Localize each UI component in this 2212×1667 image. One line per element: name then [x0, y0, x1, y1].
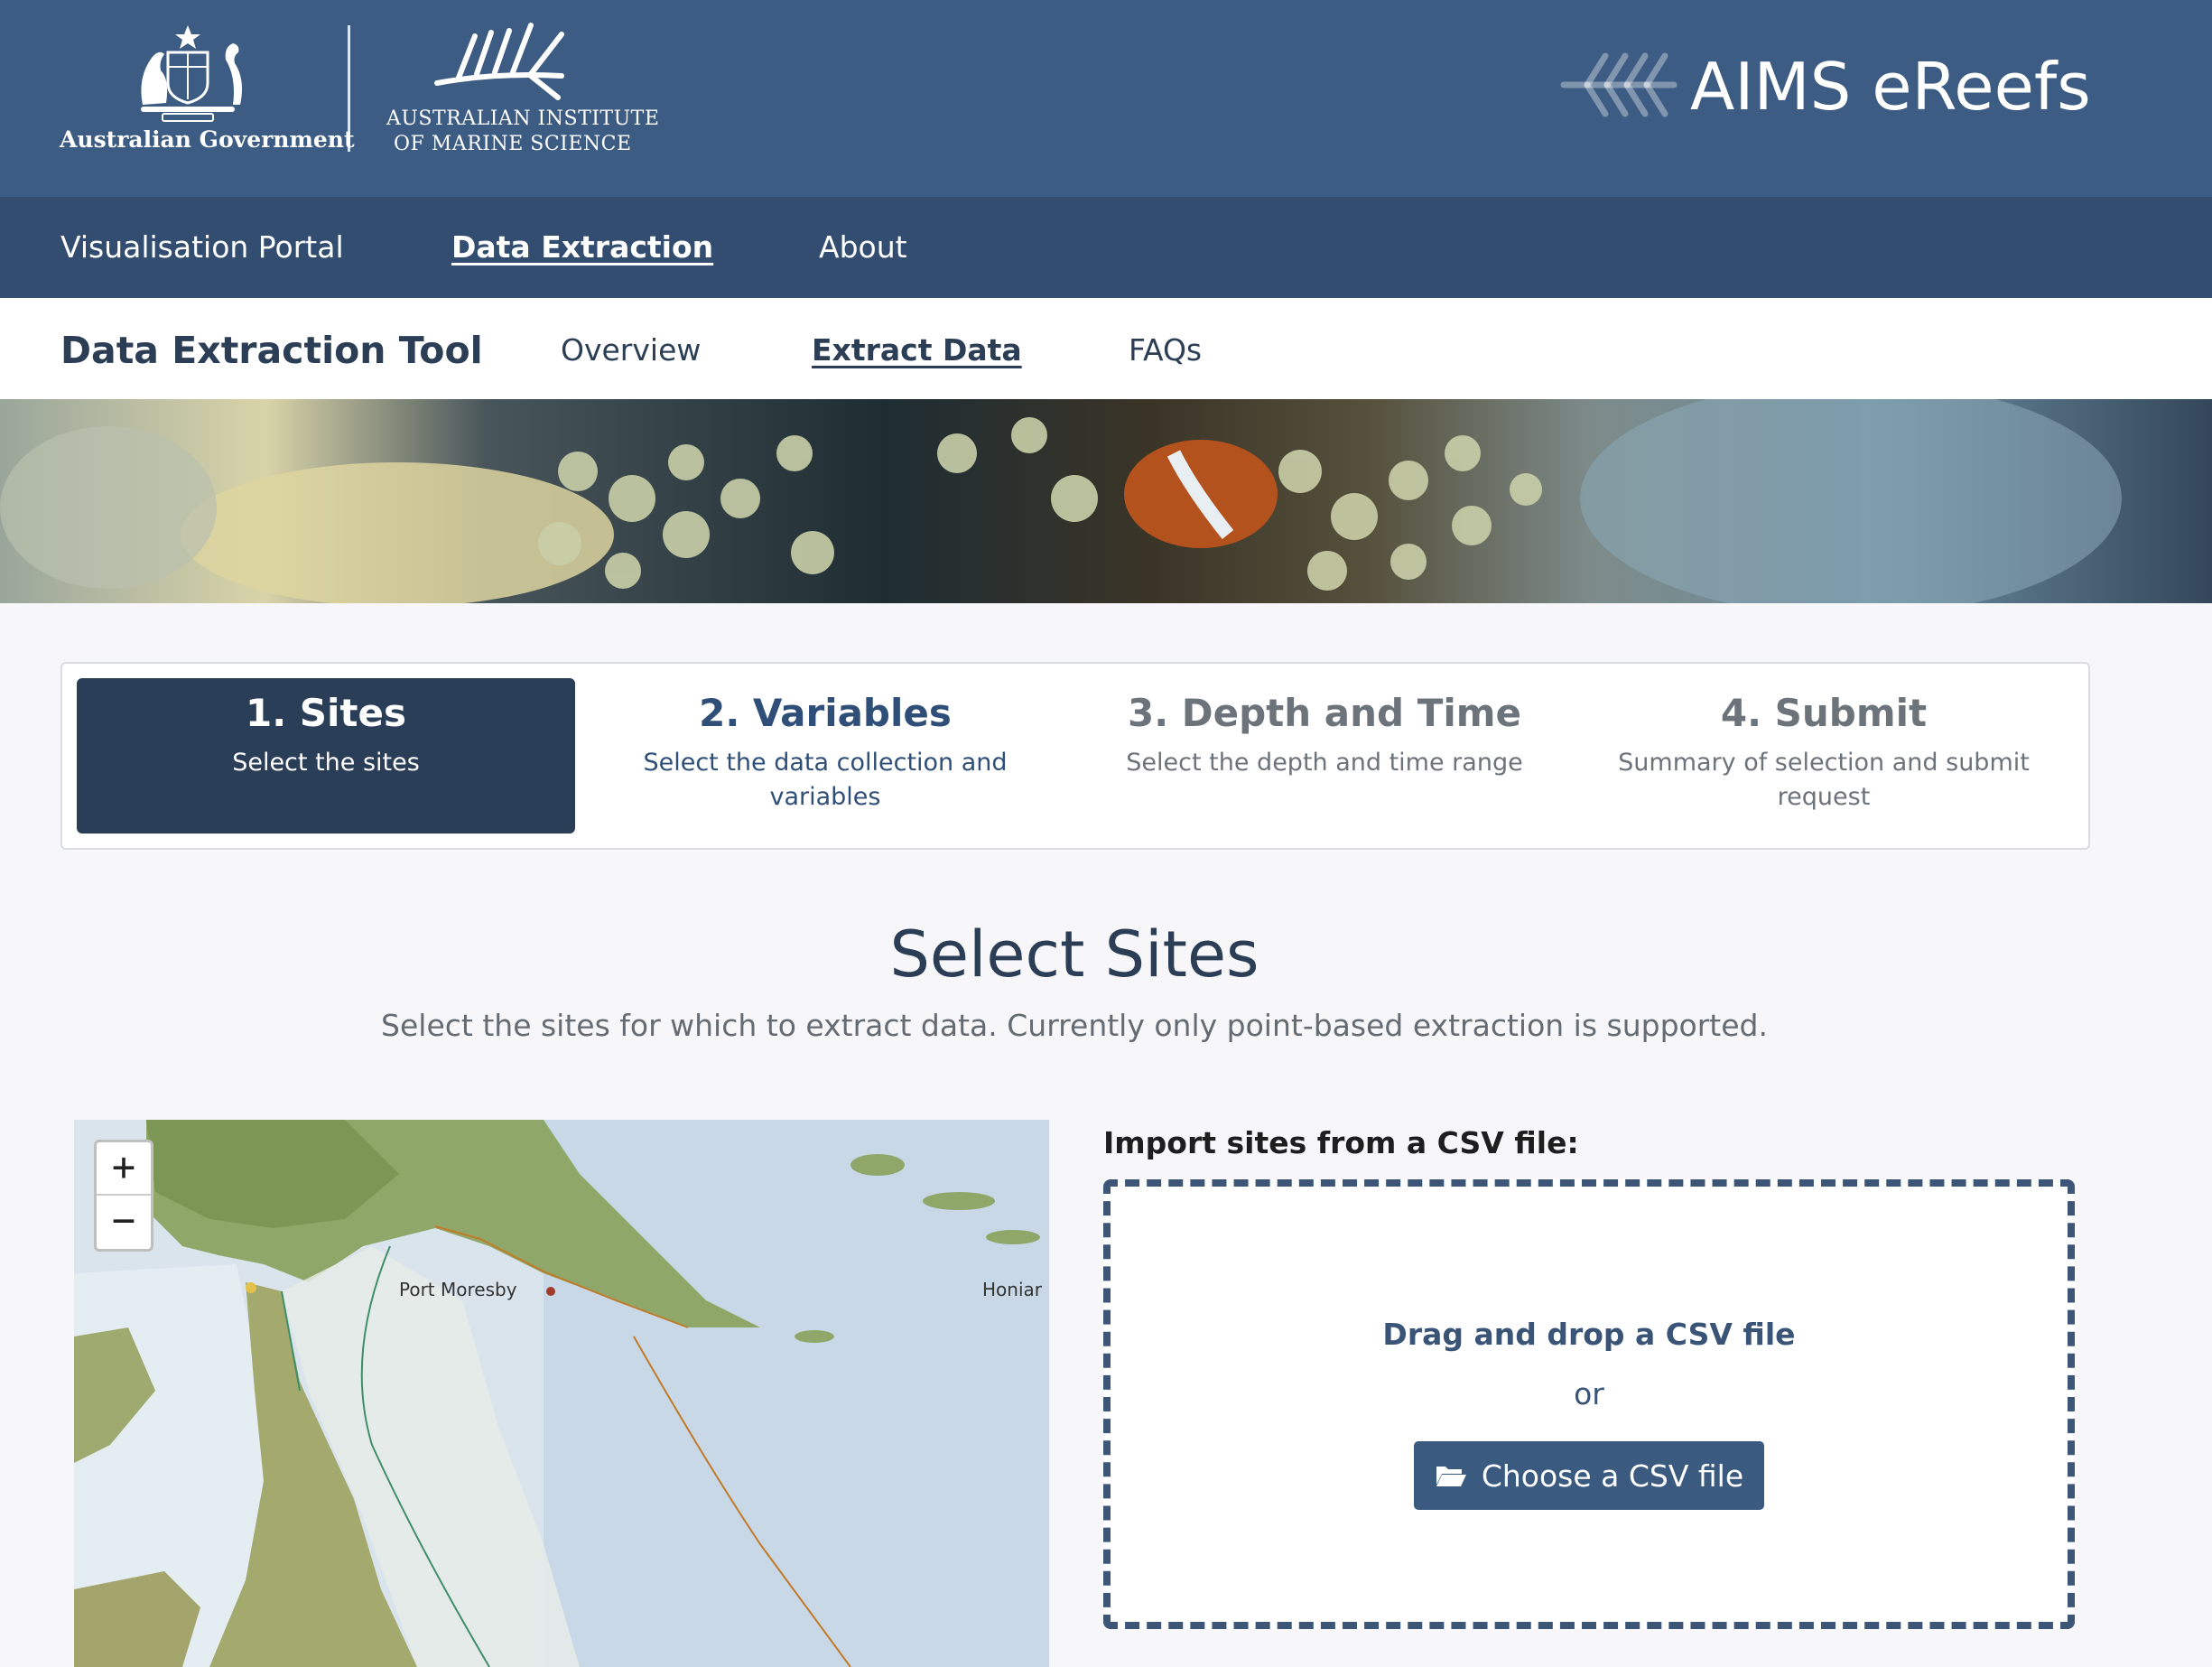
choose-csv-label: Choose a CSV file: [1481, 1457, 1744, 1494]
subnav-overview[interactable]: Overview: [561, 332, 701, 368]
step-variables[interactable]: 2. Variables Select the data collection …: [576, 678, 1074, 834]
sub-nav: Data Extraction Tool Overview Extract Da…: [0, 298, 2212, 399]
step-depth-time-desc: Select the depth and time range: [1126, 749, 1523, 777]
step-sites-title: 1. Sites: [245, 691, 406, 735]
australian-government-logo[interactable]: Australian Government: [60, 22, 355, 159]
step-submit-title: 4. Submit: [1720, 691, 1928, 735]
section-title: Select Sites: [889, 917, 1259, 992]
section-subtitle: Select the sites for which to extract da…: [381, 1008, 1768, 1043]
folder-open-icon: [1436, 1467, 1466, 1486]
aims-fish-watermark-icon: [1560, 52, 1678, 117]
step-sites[interactable]: 1. Sites Select the sites: [77, 678, 575, 834]
aims-logo-text: AUSTRALIAN INSTITUTE OF MARINE SCIENCE: [386, 107, 659, 157]
aims-logo-line2: OF MARINE SCIENCE: [394, 133, 632, 155]
csv-dropzone[interactable]: Drag and drop a CSV file or Choose a CSV…: [1103, 1179, 2075, 1629]
logo-divider: [348, 25, 350, 152]
map-label-honiara: Honiar: [982, 1279, 1042, 1300]
ereefs-brand[interactable]: AIMS eReefs: [1560, 45, 2102, 135]
step-variables-desc: Select the data collection and variables: [643, 749, 1008, 811]
dropzone-or: or: [1574, 1376, 1604, 1411]
zoom-out-button[interactable]: −: [97, 1196, 151, 1249]
aims-logo-line1: AUSTRALIAN INSTITUTE: [386, 107, 660, 130]
step-depth-time: 3. Depth and Time Select the depth and t…: [1075, 678, 1574, 834]
reef-banner-art: [0, 399, 2122, 603]
subnav-extract-data[interactable]: Extract Data: [812, 332, 1022, 368]
site-map[interactable]: + − Port Moresby Honiar: [74, 1120, 1049, 1667]
map-terrain: [74, 1120, 1049, 1667]
reef-banner-image: [0, 399, 2212, 603]
site-header: Australian Government AUSTRALIAN INSTITU…: [0, 0, 2212, 197]
subnav-faqs[interactable]: FAQs: [1129, 332, 1202, 368]
nav-about[interactable]: About: [819, 229, 907, 265]
tool-title: Data Extraction Tool: [60, 329, 483, 372]
brand-title: AIMS eReefs: [1690, 49, 2091, 125]
choose-csv-button[interactable]: Choose a CSV file: [1414, 1441, 1764, 1510]
aims-logo[interactable]: AUSTRALIAN INSTITUTE OF MARINE SCIENCE: [386, 20, 659, 164]
aims-fish-icon: [434, 23, 564, 100]
nav-data-extraction[interactable]: Data Extraction: [451, 229, 713, 265]
main-nav: Visualisation Portal Data Extraction Abo…: [0, 197, 2212, 298]
csv-import-heading: Import sites from a CSV file:: [1103, 1125, 1579, 1160]
step-submit-desc: Summary of selection and submit request: [1618, 749, 2030, 811]
step-variables-title: 2. Variables: [699, 691, 952, 735]
step-submit: 4. Submit Summary of selection and submi…: [1575, 678, 2073, 834]
zoom-control: + −: [94, 1140, 153, 1252]
zoom-in-button[interactable]: +: [97, 1142, 151, 1196]
wizard-steps: 1. Sites Select the sites 2. Variables S…: [60, 662, 2090, 850]
coat-of-arms-icon: [141, 25, 242, 122]
gov-logo-text: Australian Government: [60, 126, 355, 153]
step-sites-desc: Select the sites: [232, 749, 420, 777]
map-label-port-moresby: Port Moresby: [399, 1279, 517, 1300]
dropzone-title: Drag and drop a CSV file: [1382, 1317, 1796, 1352]
step-depth-time-title: 3. Depth and Time: [1127, 691, 1522, 735]
nav-visualisation-portal[interactable]: Visualisation Portal: [60, 229, 344, 265]
